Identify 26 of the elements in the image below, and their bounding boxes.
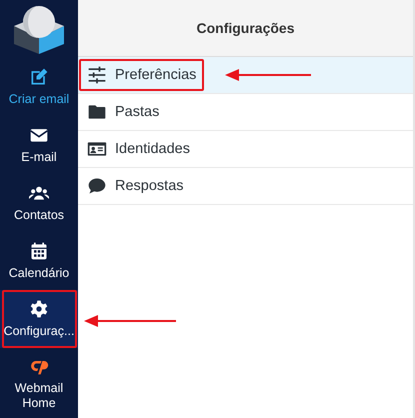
settings-label: Pastas: [115, 104, 160, 120]
nav-label: Configuraç...: [4, 324, 74, 339]
sliders-icon: [87, 65, 107, 85]
panel-title: Configurações: [196, 20, 294, 36]
nav-label: Calendário: [8, 266, 70, 281]
settings-label: Respostas: [115, 178, 184, 194]
nav-item[interactable]: Webmail Home: [0, 348, 78, 418]
nav-label: Criar email: [8, 92, 70, 107]
nav-item[interactable]: E-mail: [0, 116, 78, 174]
nav-item[interactable]: Contatos: [0, 174, 78, 232]
calendar-icon: [29, 241, 49, 261]
nav-label: E-mail: [21, 150, 57, 165]
nav-label: Contatos: [14, 208, 64, 223]
settings-item[interactable]: Respostas: [78, 168, 413, 205]
logo-icon: [12, 4, 66, 54]
nav-label: Webmail Home: [14, 380, 64, 410]
nav-item[interactable]: Calendário: [0, 232, 78, 290]
settings-label: Identidades: [115, 141, 190, 157]
settings-icon: [29, 299, 49, 319]
settings-item[interactable]: Pastas: [78, 94, 413, 131]
speech-bubble-icon: [87, 176, 107, 196]
settings-item[interactable]: Identidades: [78, 131, 413, 168]
pencil-icon: [29, 67, 49, 87]
settings-item[interactable]: Preferências: [78, 57, 413, 94]
settings-label: Preferências: [115, 67, 196, 83]
nav-item[interactable]: Criar email: [0, 58, 78, 116]
